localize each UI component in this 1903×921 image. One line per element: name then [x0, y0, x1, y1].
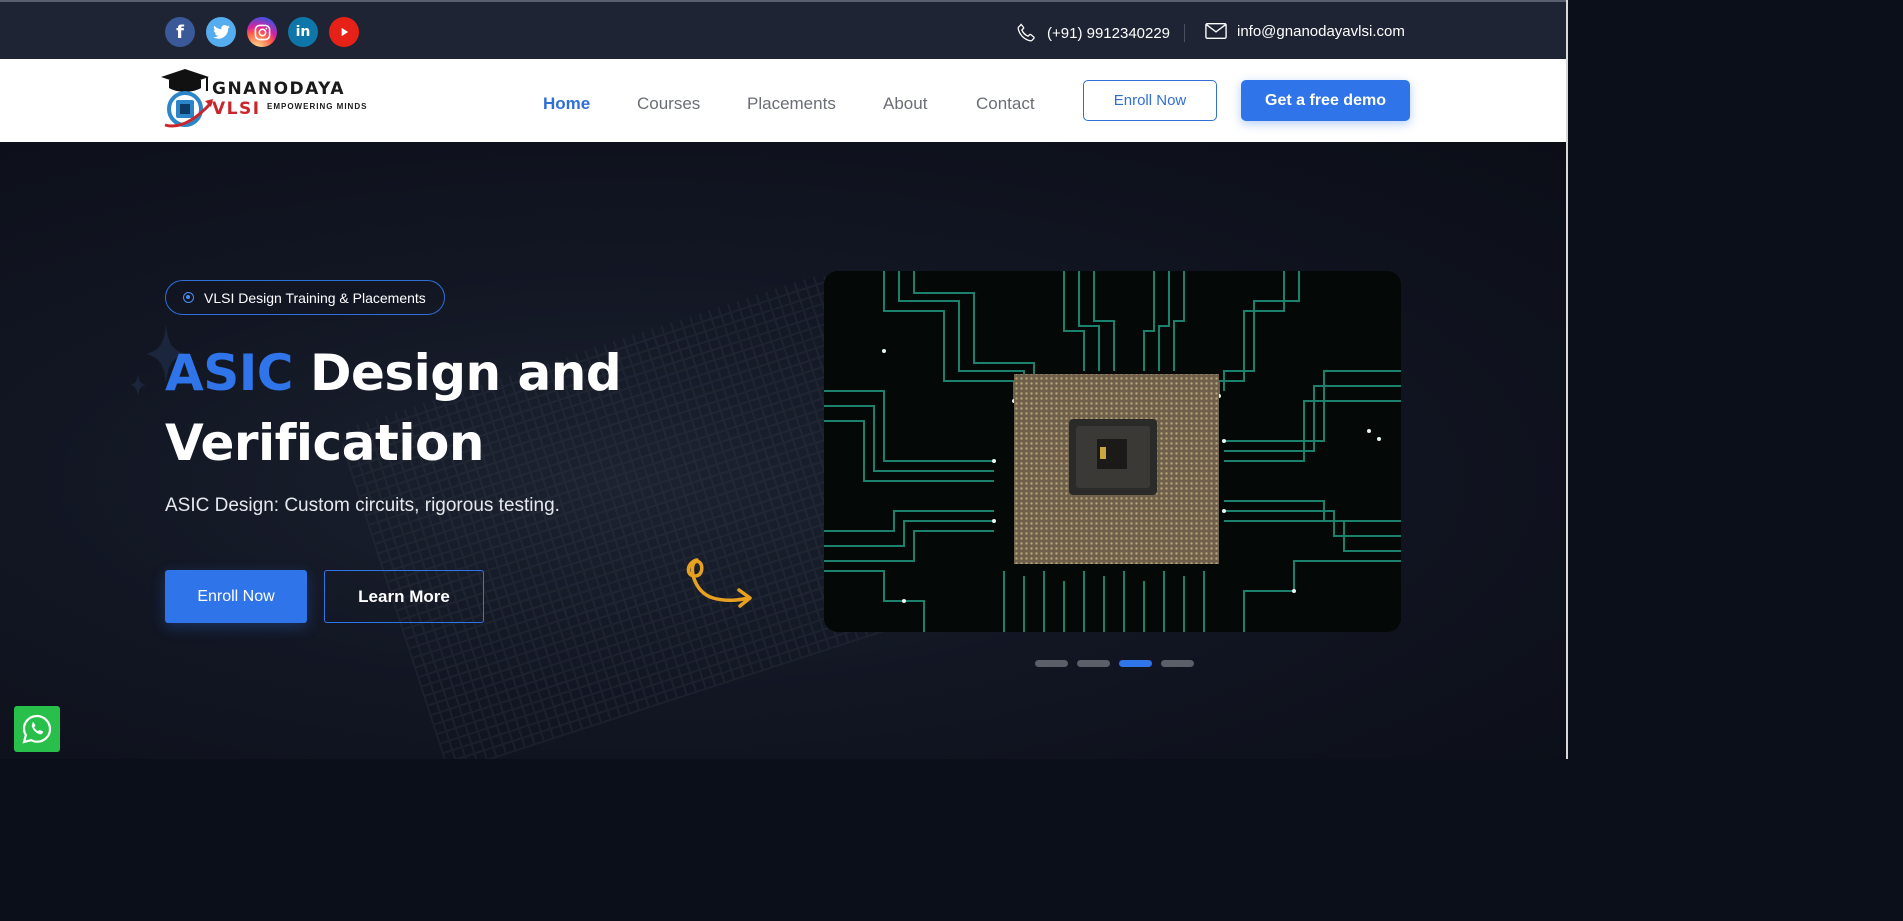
hero-section: VLSI Design Training & Placements ASIC D… — [0, 142, 1568, 759]
hero-title: ASIC Design and Verification — [165, 338, 725, 478]
top-bar: f in (+91) 9912340229 info@gnanodayavlsi… — [0, 0, 1568, 59]
facebook-icon[interactable]: f — [165, 17, 195, 47]
nav-about[interactable]: About — [883, 94, 927, 114]
twitter-icon[interactable] — [206, 17, 236, 47]
phone-icon — [1017, 23, 1035, 42]
youtube-icon[interactable] — [329, 17, 359, 47]
mail-icon — [1205, 22, 1227, 40]
email-contact[interactable]: info@gnanodayavlsi.com — [1205, 22, 1405, 40]
learn-more-button[interactable]: Learn More — [324, 570, 484, 623]
slider-dot-1[interactable] — [1035, 660, 1068, 667]
nav-placements[interactable]: Placements — [747, 94, 836, 114]
linkedin-icon[interactable]: in — [288, 17, 318, 47]
page-scrollbar[interactable] — [1566, 0, 1568, 759]
whatsapp-icon — [22, 714, 52, 744]
hero-slide-image — [824, 271, 1401, 632]
brand-name: GNANODAYA VLSI — [212, 79, 345, 119]
instagram-icon[interactable] — [247, 17, 277, 47]
topbar-divider — [1184, 24, 1185, 42]
nav-home[interactable]: Home — [543, 94, 590, 114]
target-icon — [183, 292, 194, 303]
hero-enroll-button[interactable]: Enroll Now — [165, 570, 307, 623]
phone-contact[interactable]: (+91) 9912340229 — [1015, 22, 1170, 44]
slider-pagination — [1035, 660, 1194, 667]
slider-dot-2[interactable] — [1077, 660, 1110, 667]
nav-enroll-button[interactable]: Enroll Now — [1083, 80, 1217, 121]
brand-logo[interactable]: GNANODAYA VLSI EMPOWERING MINDS — [155, 65, 375, 135]
slider-dot-4[interactable] — [1161, 660, 1194, 667]
nav-courses[interactable]: Courses — [637, 94, 700, 114]
whatsapp-button[interactable] — [14, 706, 60, 752]
main-navbar: GNANODAYA VLSI EMPOWERING MINDS Home Cou… — [0, 59, 1568, 142]
hero-subtitle: ASIC Design: Custom circuits, rigorous t… — [165, 495, 560, 516]
slider-dot-3[interactable] — [1119, 660, 1152, 667]
hero-badge-label: VLSI Design Training & Placements — [204, 289, 426, 306]
email-address: info@gnanodayavlsi.com — [1237, 22, 1405, 40]
hero-badge: VLSI Design Training & Placements — [165, 280, 445, 315]
hero-title-accent: ASIC — [165, 344, 294, 402]
curly-arrow-icon — [686, 558, 752, 608]
free-demo-button[interactable]: Get a free demo — [1241, 80, 1410, 121]
phone-number: (+91) 9912340229 — [1047, 24, 1171, 42]
nav-contact[interactable]: Contact — [976, 94, 1035, 114]
brand-tagline: EMPOWERING MINDS — [267, 102, 368, 111]
